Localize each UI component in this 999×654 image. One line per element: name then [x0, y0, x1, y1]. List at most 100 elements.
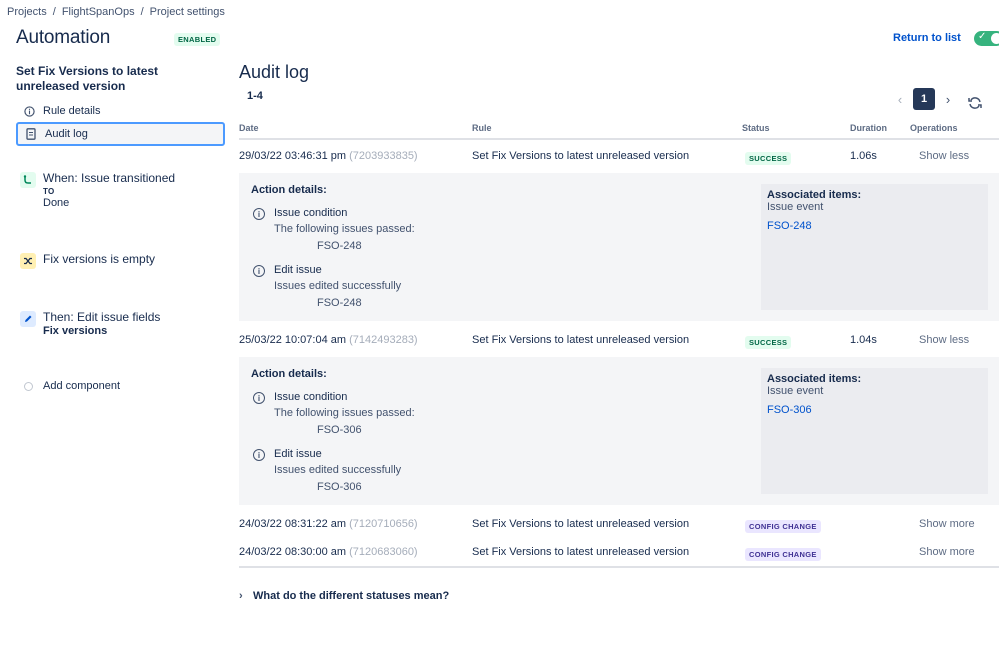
column-operations: Operations [910, 123, 958, 133]
shuffle-icon [20, 253, 36, 269]
column-rule: Rule [472, 123, 492, 133]
action-detail-issue-key: FSO-306 [317, 424, 362, 436]
breadcrumb-project-settings[interactable]: Project settings [150, 6, 225, 18]
info-icon: i [253, 208, 265, 220]
associated-issue-link[interactable]: FSO-306 [767, 404, 982, 416]
table-row: 24/03/22 08:31:22 am (7120710656) Set Fi… [239, 510, 999, 538]
page-title: Automation [16, 27, 111, 48]
column-duration: Duration [850, 123, 887, 133]
page-button-current[interactable]: 1 [913, 88, 935, 110]
info-icon: i [253, 265, 265, 277]
action-detail-desc: The following issues passed: [274, 407, 415, 419]
result-range: 1-4 [247, 90, 263, 102]
row-id: (7142493283) [349, 334, 418, 346]
sidebar-item-rule-details[interactable]: Rule details [16, 99, 225, 123]
row-id: (7120710656) [349, 518, 418, 530]
breadcrumb-projects[interactable]: Projects [7, 6, 47, 18]
prev-page-button[interactable]: ‹ [893, 92, 907, 107]
refresh-icon[interactable] [967, 95, 983, 111]
table-row: 25/03/22 10:07:04 am (7142493283) Set Fi… [239, 326, 999, 354]
toggle-knob [991, 33, 999, 44]
component-title: Then: Edit issue fields [43, 310, 161, 324]
action-detail-title: Issue condition [274, 207, 348, 219]
add-component-button[interactable]: Add component [24, 380, 120, 392]
rule-enabled-toggle[interactable]: ✓ [974, 31, 999, 46]
action-detail-desc: The following issues passed: [274, 223, 415, 235]
action-detail-title: Issue condition [274, 391, 348, 403]
transition-icon [20, 172, 36, 188]
action-details-label: Action details: [251, 368, 327, 380]
rule-name: Set Fix Versions to latest unreleased ve… [16, 64, 159, 93]
breadcrumb: Projects / FlightSpanOps / Project setti… [7, 6, 225, 18]
action-details-label: Action details: [251, 184, 327, 196]
action-detail-issue-key: FSO-248 [317, 240, 362, 252]
table-row: 24/03/22 08:30:00 am (7120683060) Set Fi… [239, 538, 999, 566]
row-rule: Set Fix Versions to latest unreleased ve… [472, 518, 690, 530]
component-sub-label: TO [43, 187, 55, 196]
action-detail-issue-key: FSO-248 [317, 297, 362, 309]
action-detail-title: Edit issue [274, 448, 322, 460]
show-more-button[interactable]: Show more [919, 518, 975, 530]
info-icon [22, 105, 36, 117]
column-date: Date [239, 123, 259, 133]
check-icon: ✓ [978, 31, 987, 42]
breadcrumb-separator: / [140, 6, 144, 18]
component-trigger-issue-transitioned[interactable]: When: Issue transitioned TO Done [20, 171, 175, 209]
status-badge: SUCCESS [745, 336, 792, 349]
table-row: 29/03/22 03:46:31 pm (7203933835) Set Fi… [239, 142, 999, 170]
component-action-edit-issue-fields[interactable]: Then: Edit issue fields Fix versions [20, 310, 160, 337]
column-status: Status [742, 123, 770, 133]
associated-items-label: Associated items: [767, 189, 862, 201]
row-rule: Set Fix Versions to latest unreleased ve… [472, 150, 690, 162]
component-title: Fix versions is empty [43, 252, 156, 266]
statuses-help-toggle[interactable]: › What do the different statuses mean? [239, 590, 449, 602]
associated-items-label: Associated items: [767, 373, 862, 385]
associated-issue-link[interactable]: FSO-248 [767, 220, 982, 232]
action-detail-issue-key: FSO-306 [317, 481, 362, 493]
audit-log-title: Audit log [239, 62, 310, 82]
next-page-button[interactable]: › [941, 92, 955, 107]
row-date: 24/03/22 08:31:22 am (7120710656) [239, 518, 418, 530]
row-rule: Set Fix Versions to latest unreleased ve… [472, 546, 690, 558]
breadcrumb-project[interactable]: FlightSpanOps [62, 6, 135, 18]
return-to-list-link[interactable]: Return to list [893, 32, 961, 44]
component-sub-value: Fix versions [43, 325, 108, 337]
breadcrumb-separator: / [52, 6, 56, 18]
row-id: (7120683060) [349, 546, 418, 558]
sidebar-item-label: Rule details [43, 105, 101, 117]
associated-event: Issue event [767, 201, 824, 213]
show-less-button[interactable]: Show less [919, 150, 969, 162]
associated-items-panel: Associated items: Issue event FSO-306 [761, 368, 988, 494]
table-header: Date Rule Status Duration Operations [239, 118, 999, 140]
status-badge: CONFIG CHANGE [745, 548, 821, 561]
component-sub-value: Done [43, 197, 70, 209]
status-badge: SUCCESS [745, 152, 792, 165]
add-component-label: Add component [43, 380, 121, 392]
row-duration: 1.04s [850, 334, 877, 346]
row-date: 24/03/22 08:30:00 am (7120683060) [239, 546, 418, 558]
row-id: (7203933835) [349, 150, 418, 162]
info-icon: i [253, 449, 265, 461]
status-badge: ENABLED [174, 33, 221, 46]
action-detail-desc: Issues edited successfully [274, 464, 402, 476]
component-title: When: Issue transitioned [43, 171, 176, 185]
action-details-panel: Action details: i Issue condition The fo… [239, 357, 999, 505]
circle-icon [24, 381, 33, 391]
row-date: 29/03/22 03:46:31 pm (7203933835) [239, 150, 418, 162]
statuses-help-label: What do the different statuses mean? [253, 590, 450, 602]
info-icon: i [253, 392, 265, 404]
show-less-button[interactable]: Show less [919, 334, 969, 346]
associated-items-panel: Associated items: Issue event FSO-248 [761, 184, 988, 310]
status-badge: CONFIG CHANGE [745, 520, 821, 533]
row-rule: Set Fix Versions to latest unreleased ve… [472, 334, 690, 346]
pagination: ‹ 1 › [893, 88, 955, 110]
row-duration: 1.06s [850, 150, 877, 162]
sidebar-item-audit-log[interactable]: Audit log [16, 122, 225, 146]
chevron-right-icon: › [239, 590, 243, 602]
associated-event: Issue event [767, 385, 824, 397]
action-detail-title: Edit issue [274, 264, 322, 276]
show-more-button[interactable]: Show more [919, 546, 975, 558]
component-condition-fix-versions-empty[interactable]: Fix versions is empty [20, 252, 155, 269]
document-icon [24, 128, 38, 140]
sidebar-item-label: Audit log [45, 128, 88, 140]
